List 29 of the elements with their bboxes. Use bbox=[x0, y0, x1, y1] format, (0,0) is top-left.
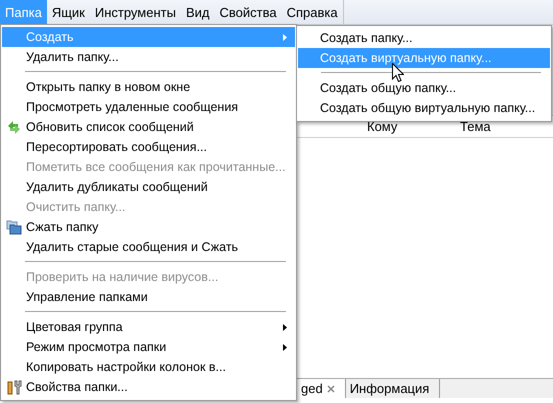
menu-item[interactable]: Пересортировать сообщения... bbox=[2, 137, 295, 157]
menu-item[interactable]: Просмотреть удаленные сообщения bbox=[2, 97, 295, 117]
column-header[interactable]: Тема bbox=[460, 119, 553, 137]
menu-item[interactable]: Создать общую виртуальную папку... bbox=[298, 98, 550, 118]
menu-item[interactable]: Режим просмотра папки bbox=[2, 337, 295, 357]
menu-bar-item[interactable]: Ящик bbox=[46, 0, 90, 24]
menu-bar-item[interactable]: Свойства bbox=[214, 0, 282, 24]
mouse-pointer-icon bbox=[392, 63, 404, 82]
menu-item[interactable]: Сжать папку bbox=[2, 217, 295, 237]
tab[interactable]: Информация bbox=[346, 379, 440, 398]
menu-bar-item[interactable]: Вид bbox=[180, 0, 214, 24]
menu-item[interactable]: Удалить старые сообщения и Сжать bbox=[2, 237, 295, 257]
menu-item[interactable]: Управление папками bbox=[2, 287, 295, 307]
menu-item[interactable]: Создать общую папку... bbox=[298, 78, 550, 98]
menu-item[interactable]: Открыть папку в новом окне bbox=[2, 77, 295, 97]
refresh-arrows-icon bbox=[6, 119, 22, 135]
column-header[interactable]: Кому bbox=[367, 119, 460, 137]
menu-item[interactable]: Обновить список сообщений bbox=[2, 117, 295, 137]
menu-bar-item[interactable]: Инструменты bbox=[90, 0, 181, 24]
tab[interactable]: ged bbox=[297, 379, 346, 398]
menu-item[interactable]: Копировать настройки колонок в... bbox=[2, 357, 295, 377]
menu-bar-item[interactable]: Справка bbox=[282, 0, 343, 24]
menu-item[interactable]: Удалить папку... bbox=[2, 47, 295, 67]
tools-icon bbox=[6, 379, 22, 395]
menu-item[interactable]: Создать папку... bbox=[298, 28, 550, 48]
menu-item[interactable]: Удалить дубликаты сообщений bbox=[2, 177, 295, 197]
menu-item[interactable]: Свойства папки... bbox=[2, 377, 295, 397]
folders-icon bbox=[6, 219, 22, 235]
menu-item[interactable]: Цветовая группа bbox=[2, 317, 295, 337]
